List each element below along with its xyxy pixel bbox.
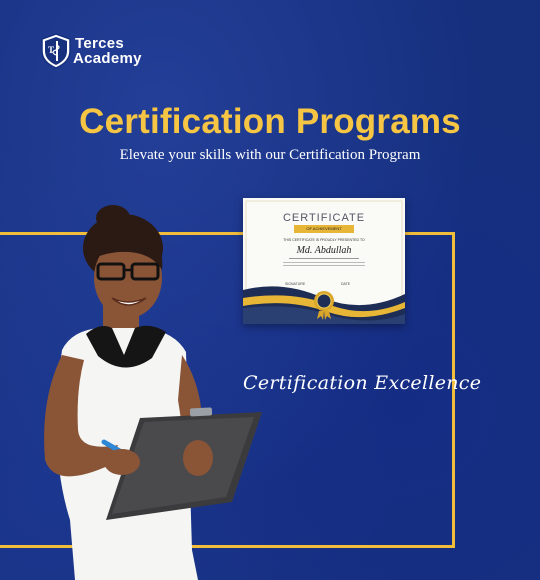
brand[interactable]: T Terces Academy [40,33,142,69]
tagline: Certification Excellence [243,372,482,394]
promo-poster: T Terces Academy Certification Programs … [0,0,540,580]
page-subtitle: Elevate your skills with our Certificati… [119,147,421,163]
brand-line-2: Academy [73,50,142,67]
certificate-signature-label: SIGNATURE [285,282,306,286]
certificate-name-rule [289,258,359,259]
woman-with-clipboard-illustration [44,205,262,580]
certificate-body-text [283,262,365,268]
certificate-ribbon: OF ACHIEVEMENT [294,225,354,233]
shield-logo-icon: T [41,33,71,69]
brand-name: Terces Academy [73,35,142,67]
certificate-date-label: DATE [341,282,351,286]
brand-line-1: Terces [75,35,125,52]
page-title: Certification Programs [79,102,461,141]
